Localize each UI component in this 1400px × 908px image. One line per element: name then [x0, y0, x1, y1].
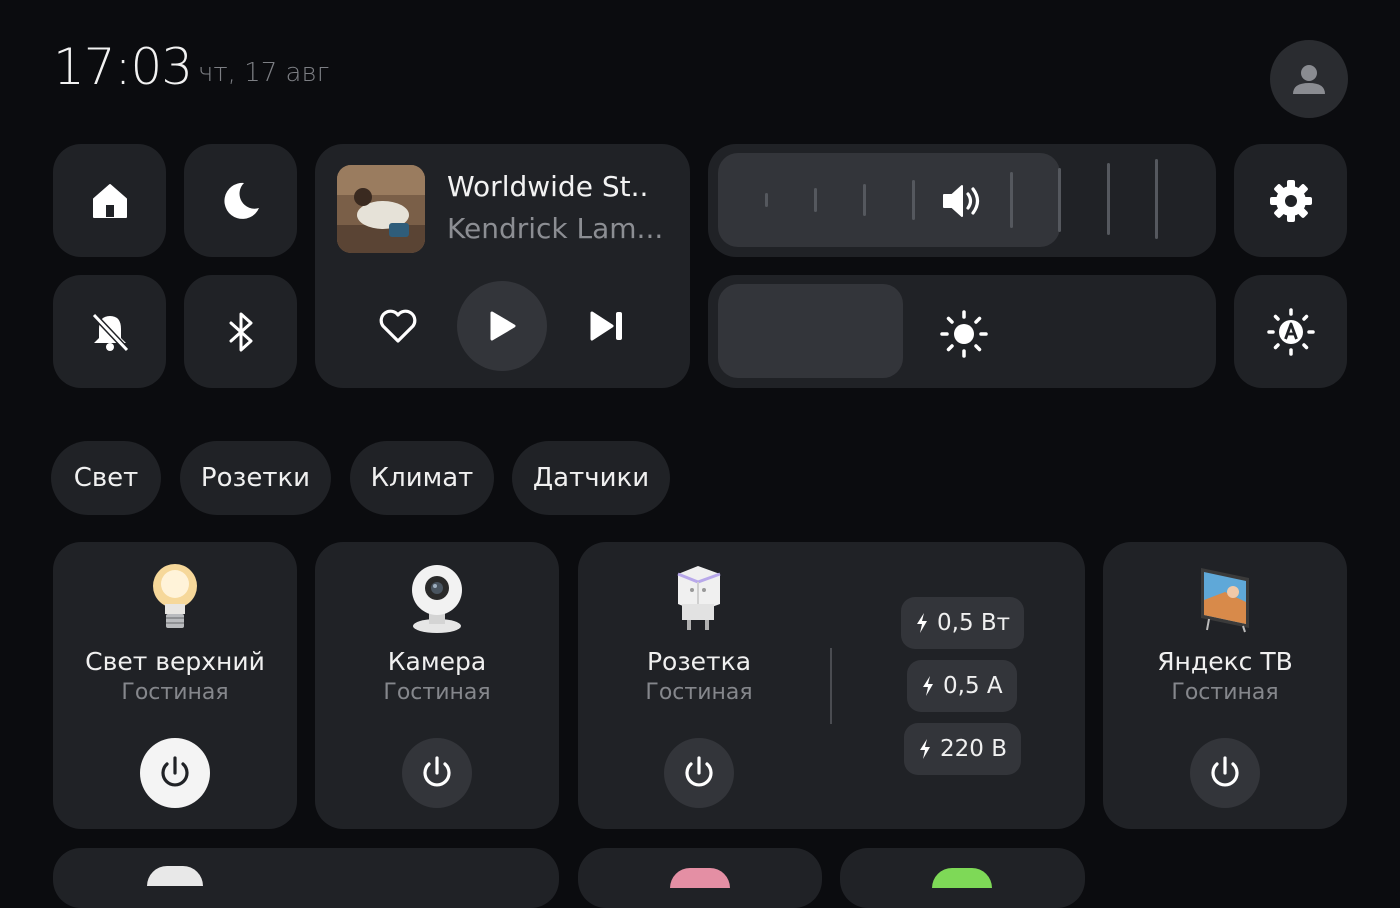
- profile-button[interactable]: [1270, 40, 1348, 118]
- volume-tick: [765, 193, 768, 207]
- mute-notifications-button[interactable]: [53, 275, 166, 388]
- home-button[interactable]: [53, 144, 166, 257]
- device-name: Розетка: [646, 647, 752, 676]
- auto-brightness-icon: [1266, 307, 1315, 356]
- sun-icon: [940, 310, 988, 358]
- power-icon: [423, 756, 451, 787]
- tv-icon: [1201, 568, 1249, 633]
- lightning-icon: [920, 739, 930, 759]
- gear-icon: [1269, 179, 1312, 222]
- metric-current: 0,5 А: [907, 660, 1017, 712]
- metric-power: 0,5 Вт: [901, 597, 1025, 649]
- night-mode-button[interactable]: [184, 144, 297, 257]
- clock-date: чт, 17 авг: [198, 58, 330, 88]
- device-name: Камера: [387, 647, 487, 676]
- device-room: Гостиная: [383, 680, 491, 705]
- clock-time: 17:03: [53, 38, 193, 96]
- device-card-tv[interactable]: Яндекс ТВ Гостиная: [1103, 542, 1347, 829]
- metric-value: 220 В: [940, 736, 1007, 762]
- album-cover[interactable]: [337, 165, 425, 253]
- divider: [830, 648, 832, 724]
- moon-icon: [223, 182, 259, 219]
- play-icon: [490, 311, 516, 341]
- device-card-partial[interactable]: [578, 848, 822, 908]
- device-card-socket[interactable]: Розетка Гостиная 0,5 Вт 0,5 А 220 В: [578, 542, 1085, 829]
- metric-voltage: 220 В: [904, 723, 1021, 775]
- auto-brightness-button[interactable]: [1234, 275, 1347, 388]
- track-artist: Kendrick Lam...: [447, 212, 664, 245]
- brightness-icon-wrap: [938, 308, 990, 360]
- power-icon: [685, 756, 713, 787]
- power-button[interactable]: [140, 738, 210, 808]
- user-icon: [1293, 65, 1325, 94]
- chip-climate[interactable]: Климат: [350, 441, 494, 515]
- track-title: Worldwide St..: [447, 170, 649, 203]
- device-room: Гостиная: [1171, 680, 1279, 705]
- volume-tick: [912, 180, 915, 220]
- like-button[interactable]: [374, 302, 422, 350]
- volume-tick: [1058, 168, 1061, 232]
- device-card-partial[interactable]: [840, 848, 1085, 908]
- device-room: Гостиная: [645, 680, 753, 705]
- volume-icon-wrap: [940, 178, 986, 224]
- chip-light[interactable]: Свет: [51, 441, 161, 515]
- volume-icon: [943, 185, 980, 217]
- skip-next-icon: [590, 311, 622, 341]
- device-card-camera[interactable]: Камера Гостиная: [315, 542, 559, 829]
- power-button[interactable]: [402, 738, 472, 808]
- device-icon: [670, 868, 730, 888]
- metric-value: 0,5 Вт: [937, 610, 1011, 636]
- power-icon: [161, 756, 189, 787]
- settings-button[interactable]: [1234, 144, 1347, 257]
- brightness-slider-fill: [718, 284, 903, 378]
- play-button[interactable]: [457, 281, 547, 371]
- power-icon: [1211, 756, 1239, 787]
- power-button[interactable]: [664, 738, 734, 808]
- power-button[interactable]: [1190, 738, 1260, 808]
- lightning-icon: [923, 676, 933, 696]
- device-room: Гостиная: [121, 680, 229, 705]
- lightbulb-icon: [153, 564, 197, 628]
- socket-icon: [677, 566, 721, 630]
- heart-icon: [379, 309, 417, 343]
- device-card-partial[interactable]: [53, 848, 559, 908]
- bluetooth-icon: [229, 312, 252, 351]
- home-icon: [92, 183, 127, 218]
- bluetooth-button[interactable]: [184, 275, 297, 388]
- device-name: Свет верхний: [85, 647, 265, 676]
- device-icon: [932, 868, 992, 888]
- device-icon: [147, 866, 203, 886]
- device-name: Яндекс ТВ: [1157, 647, 1293, 676]
- volume-slider-fill: [718, 153, 1060, 247]
- lightning-icon: [917, 613, 927, 633]
- device-card-light[interactable]: Свет верхний Гостиная: [53, 542, 297, 829]
- camera-icon: [412, 565, 462, 633]
- volume-tick: [814, 188, 817, 212]
- volume-tick: [1107, 163, 1110, 235]
- bell-off-icon: [91, 312, 129, 352]
- next-track-button[interactable]: [583, 302, 631, 350]
- chip-sensors[interactable]: Датчики: [512, 441, 670, 515]
- volume-tick: [1155, 159, 1158, 239]
- chip-sockets[interactable]: Розетки: [180, 441, 331, 515]
- volume-tick: [1010, 172, 1013, 228]
- metric-value: 0,5 А: [943, 673, 1003, 699]
- volume-tick: [863, 184, 866, 216]
